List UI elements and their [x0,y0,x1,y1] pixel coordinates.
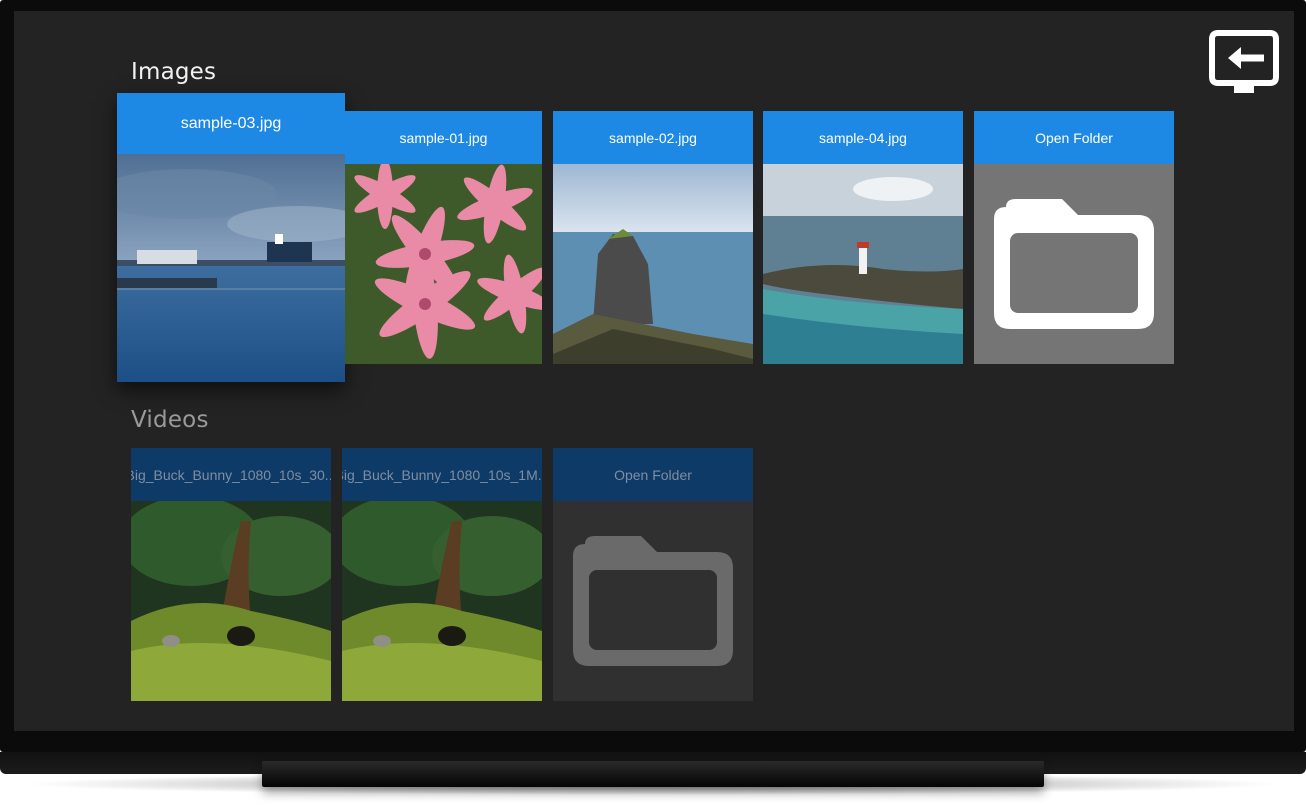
images-section-title: Images [131,59,217,85]
forest-tree-photo [131,496,331,701]
image-card-sample-03[interactable]: sample-03.jpg [117,93,345,382]
pink-flowers-photo [345,159,542,364]
image-card-title: sample-02.jpg [553,111,753,164]
folder-icon [994,199,1154,329]
forest-tree-photo [342,496,542,701]
video-card-bbb-30[interactable]: Big_Buck_Bunny_1080_10s_30... [131,448,331,701]
lighthouse-photo [763,164,963,364]
folder-icon [573,536,733,666]
cast-return-icon [1209,30,1279,93]
image-card-title: sample-03.jpg [117,93,345,154]
harbor-photo [117,154,345,382]
image-card-title: sample-01.jpg [345,111,542,164]
app-screen: Images sample-03.jpg sample-01.jpg sampl… [14,11,1294,731]
video-card-bbb-1m[interactable]: Big_Buck_Bunny_1080_10s_1M... [342,448,542,701]
open-folder-label: Open Folder [974,111,1174,164]
image-card-sample-02[interactable]: sample-02.jpg [553,111,753,364]
videos-section-title: Videos [131,407,209,433]
video-card-title: Big_Buck_Bunny_1080_10s_1M... [342,448,542,501]
cast-return-button[interactable] [1208,29,1280,95]
image-card-sample-04[interactable]: sample-04.jpg [763,111,963,364]
tv-frame: Images sample-03.jpg sample-01.jpg sampl… [0,0,1306,752]
open-folder-label: Open Folder [553,448,753,501]
open-folder-images-card[interactable]: Open Folder [974,111,1174,364]
open-folder-videos-card[interactable]: Open Folder [553,448,753,701]
tv-stand [262,761,1044,787]
image-card-title: sample-04.jpg [763,111,963,164]
image-card-sample-01[interactable]: sample-01.jpg [345,111,542,364]
video-card-title: Big_Buck_Bunny_1080_10s_30... [131,448,331,501]
sea-stack-photo [553,164,753,364]
